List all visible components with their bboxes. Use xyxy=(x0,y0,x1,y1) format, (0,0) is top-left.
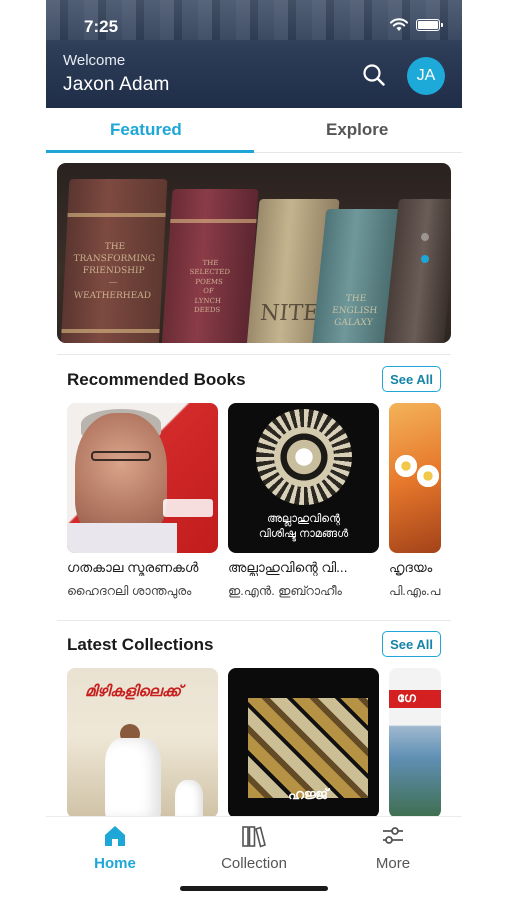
wifi-icon xyxy=(390,18,408,31)
book-card[interactable]: അല്ലാഹുവിന്റെ വിശിഷ്ട നാമങ്ങൾ അല്ലാഹുവിന… xyxy=(228,403,379,599)
book-author: പി.എം.പ xyxy=(389,584,441,598)
nav-more[interactable]: More xyxy=(324,823,462,872)
cover-caption: അല്ലാഹുവിന്റെ വിശിഷ്ട നാമങ്ങൾ xyxy=(258,513,349,540)
collection-cover: ഹജ്ജ് xyxy=(228,668,379,818)
cover-art xyxy=(67,523,177,553)
avatar[interactable]: JA xyxy=(407,57,445,95)
cover-text: മിഴികളിലെക്ക് xyxy=(85,683,182,700)
home-icon xyxy=(105,826,125,846)
nav-collection-label: Collection xyxy=(221,855,287,872)
cover-art xyxy=(91,451,151,461)
collection-cover: മിഴികളിലെക്ക് xyxy=(67,668,218,818)
collection-card[interactable]: മിഴികളിലെക്ക് xyxy=(67,668,218,818)
carousel-dot-active[interactable] xyxy=(421,255,429,263)
user-name: Jaxon Adam xyxy=(63,74,170,95)
collections-see-all-button[interactable]: See All xyxy=(382,631,441,657)
books-icon xyxy=(242,826,266,848)
book-band xyxy=(67,213,166,217)
search-icon[interactable] xyxy=(362,63,386,87)
banner-book: THE SELECTED POEMS OF LYNCH DEEDS xyxy=(161,189,259,343)
banner-spine-text: THE TRANSFORMING FRIENDSHIP — WEATHERHEA… xyxy=(73,242,156,301)
recommended-title: Recommended Books xyxy=(67,370,246,389)
nav-more-label: More xyxy=(375,855,411,872)
featured-banner[interactable]: THE TRANSFORMING FRIENDSHIP — WEATHERHEA… xyxy=(57,163,451,343)
collection-card[interactable]: ഹജ്ജ് xyxy=(228,668,379,818)
cover-art xyxy=(248,698,368,798)
book-title: അല്ലാഹുവിന്റെ വി... xyxy=(228,560,348,575)
cover-art xyxy=(256,409,352,505)
book-band xyxy=(170,219,257,223)
book-author: ഹൈദറലി ശാന്തപുരം xyxy=(67,584,192,598)
book-title: ഗതകാല സ്മരണകൾ xyxy=(67,560,199,575)
battery-icon xyxy=(416,19,443,31)
welcome-label: Welcome xyxy=(63,52,126,69)
book-title: ഹൃദയം xyxy=(389,560,433,575)
tab-bar: Featured Explore xyxy=(46,108,462,154)
recommended-see-all-button[interactable]: See All xyxy=(382,366,441,392)
cover-text: ഗേ xyxy=(397,690,416,705)
tab-featured[interactable]: Featured xyxy=(110,120,182,140)
home-indicator[interactable] xyxy=(180,886,328,891)
nav-home-label: Home xyxy=(94,855,136,872)
book-cover: അല്ലാഹുവിന്റെ വിശിഷ്ട നാമങ്ങൾ xyxy=(228,403,379,553)
book-author: ഇ.എൻ. ഇബ്റാഹീം xyxy=(228,584,342,598)
collection-cover: ഗേ xyxy=(389,668,441,818)
carousel-dot[interactable] xyxy=(421,233,429,241)
cover-art xyxy=(75,413,167,538)
cover-art xyxy=(163,499,213,517)
status-time: 7:25 xyxy=(84,17,119,36)
active-tab-indicator xyxy=(46,150,254,153)
collection-card[interactable]: ഗേ xyxy=(389,668,441,818)
cover-text: ഹജ്ജ് xyxy=(288,786,329,802)
section-divider xyxy=(57,620,451,621)
banner-book: THE TRANSFORMING FRIENDSHIP — WEATHERHEA… xyxy=(60,179,168,343)
tab-explore[interactable]: Explore xyxy=(326,120,388,140)
header: 7:25 Welcome Jaxon Adam JA xyxy=(46,0,462,108)
app-screen: 7:25 Welcome Jaxon Adam JA Featured Expl… xyxy=(46,0,462,900)
book-card[interactable]: ഗതകാല സ്മരണകൾ ഹൈദറലി ശാന്തപുരം xyxy=(67,403,218,599)
book-cover xyxy=(67,403,218,553)
book-card[interactable]: ഹൃദയം പി.എം.പ xyxy=(389,403,441,599)
nav-home[interactable]: Home xyxy=(46,823,184,872)
carousel-dots xyxy=(421,233,429,263)
book-band xyxy=(61,329,160,333)
collections-title: Latest Collections xyxy=(67,635,214,654)
cover-art xyxy=(105,738,161,818)
status-icons xyxy=(390,18,443,32)
sliders-icon xyxy=(383,827,403,844)
banner-spine-text: THE SELECTED POEMS OF LYNCH DEEDS xyxy=(189,259,231,315)
section-divider xyxy=(57,354,451,355)
banner-spine-text: THE ENGLISH GALAXY xyxy=(331,294,378,329)
nav-collection[interactable]: Collection xyxy=(185,823,323,872)
cover-art xyxy=(175,780,203,818)
book-cover xyxy=(389,403,441,553)
cover-art xyxy=(415,463,441,489)
